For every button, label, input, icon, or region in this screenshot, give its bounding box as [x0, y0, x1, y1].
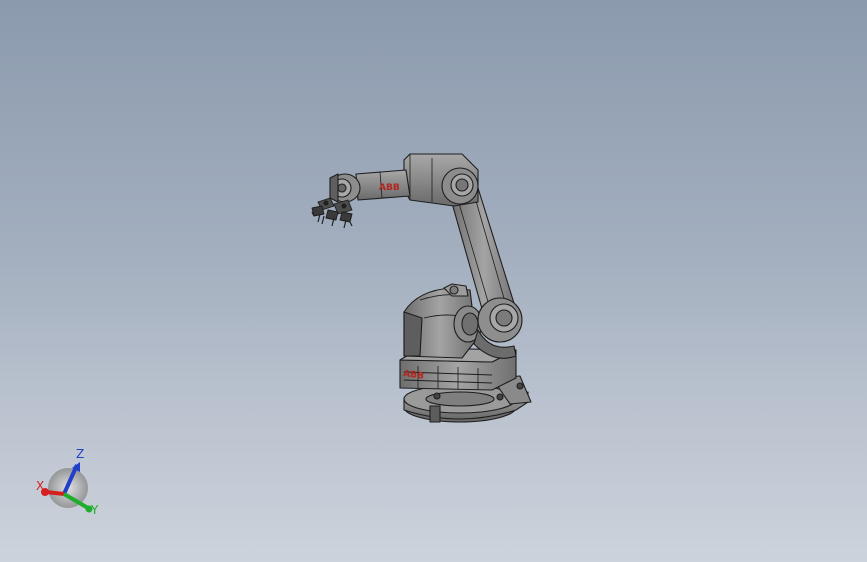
robot-gripper[interactable]	[311, 197, 353, 229]
y-axis-label: Y	[90, 503, 99, 517]
robot-wrist[interactable]	[329, 173, 361, 203]
robot-forearm[interactable]: ABB	[355, 169, 411, 201]
robot-elbow[interactable]	[403, 153, 479, 207]
robot-shoulder[interactable]	[403, 283, 483, 359]
orientation-triad[interactable]: Z X Y	[36, 447, 99, 517]
robot-arm-model[interactable]: ABB ABB	[311, 153, 532, 423]
3d-viewport[interactable]: ABB ABB Z X Y	[0, 0, 867, 562]
abb-logo-forearm: ABB	[379, 183, 400, 193]
z-axis-label: Z	[76, 447, 84, 461]
x-axis-label: X	[36, 479, 44, 493]
